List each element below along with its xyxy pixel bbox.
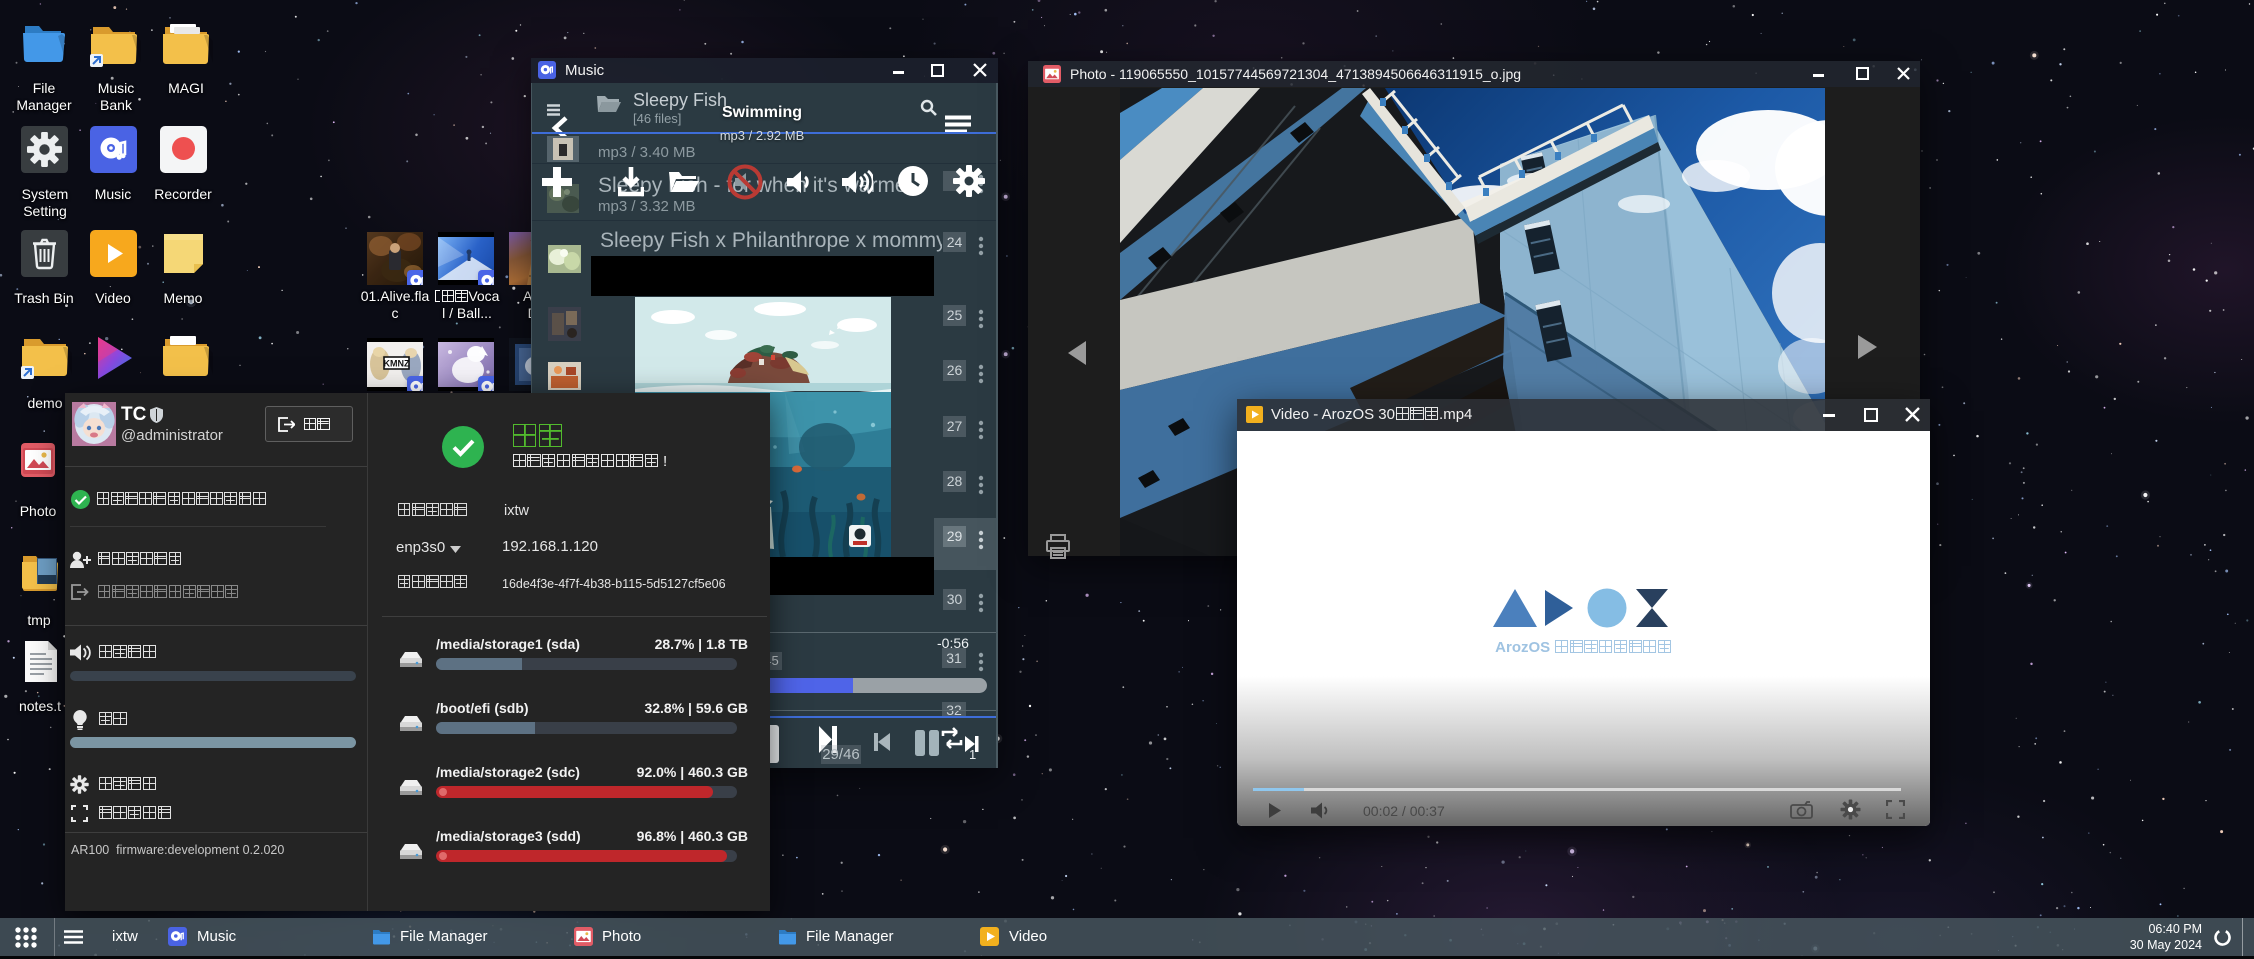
svg-text:KMNZ: KMNZ [384,359,410,369]
